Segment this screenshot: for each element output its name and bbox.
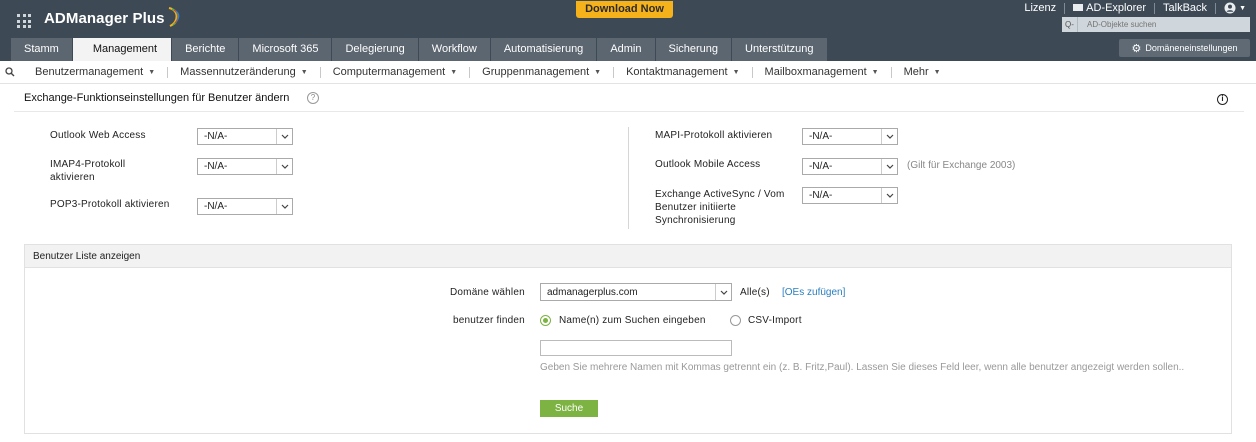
radio-enter-names[interactable] (540, 315, 551, 326)
gear-icon: ⚙ (1131, 42, 1142, 55)
add-ous-link[interactable]: [OEs zufügen] (782, 287, 845, 298)
domain-select[interactable]: admanagerplus.com (540, 283, 732, 301)
chevron-down-icon (881, 188, 897, 203)
tab-admin[interactable]: Admin (597, 38, 655, 61)
chevron-down-icon: ▼ (933, 68, 941, 76)
tab-automatisierung[interactable]: Automatisierung (490, 38, 597, 61)
tab-microsoft-365[interactable]: Microsoft 365 (239, 38, 332, 61)
top-header: ADManager Plus Download Now Lizenz AD-Ex… (0, 0, 1256, 61)
pop3-label: POP3-Protokoll aktivieren (50, 199, 170, 210)
license-link[interactable]: Lizenz (1016, 2, 1064, 14)
tab-management[interactable]: Management (72, 38, 172, 61)
divider (14, 111, 1244, 112)
subnav-mehr[interactable]: Mehr ▼ (892, 66, 953, 78)
search-icon[interactable] (5, 67, 19, 77)
domain-label: Domäne wählen (450, 287, 525, 298)
activesync-select[interactable]: -N/A- (802, 187, 898, 204)
chevron-down-icon (881, 159, 897, 174)
brand-swoosh-icon (168, 6, 179, 27)
ad-object-search: Q- (1062, 17, 1250, 32)
chevron-down-icon: ▼ (871, 68, 879, 76)
search-button[interactable]: Suche (540, 400, 598, 417)
talkback-link[interactable]: TalkBack (1155, 2, 1215, 14)
outlook-web-access-select[interactable]: -N/A- (197, 128, 293, 145)
user-menu[interactable]: ▼ (1216, 2, 1246, 14)
mapi-select[interactable]: -N/A- (802, 128, 898, 145)
tab-delegierung[interactable]: Delegierung (332, 38, 418, 61)
mapi-label: MAPI-Protokoll aktivieren (655, 130, 773, 141)
tab-sicherung[interactable]: Sicherung (655, 38, 732, 61)
app-grid-icon[interactable] (17, 14, 31, 28)
top-links: Lizenz AD-Explorer TalkBack ▼ (1016, 2, 1246, 14)
search-input[interactable] (1078, 20, 1246, 29)
domain-settings-button[interactable]: ⚙ Domäneneinstellungen (1119, 39, 1250, 57)
outlook-mobile-access-select[interactable]: -N/A- (802, 158, 898, 175)
tab-unterstuetzung[interactable]: Unterstützung (732, 38, 827, 61)
exchange-2003-note: (Gilt für Exchange 2003) (907, 160, 1016, 171)
folder-icon (1073, 4, 1084, 11)
subnav-kontaktmanagement[interactable]: Kontaktmanagement ▼ (614, 66, 751, 78)
search-icon[interactable]: Q- (1062, 17, 1078, 32)
radio-csv-import-label: CSV-Import (748, 315, 802, 326)
scope-label: Alle(s) (740, 287, 770, 298)
subnav-gruppenmanagement[interactable]: Gruppenmanagement ▼ (470, 66, 613, 78)
names-hint: Geben Sie mehrere Namen mit Kommas getre… (540, 362, 1185, 373)
help-icon[interactable]: ? (307, 92, 319, 104)
brand-logo[interactable]: ADManager Plus (44, 6, 181, 27)
ad-explorer-link[interactable]: AD-Explorer (1065, 2, 1154, 14)
chevron-down-icon (276, 129, 292, 144)
chevron-down-icon (276, 199, 292, 214)
imap4-select[interactable]: -N/A- (197, 158, 293, 175)
outlook-mobile-access-label: Outlook Mobile Access (655, 159, 761, 170)
subnav-massennutzeraenderung[interactable]: Massennutzeränderung ▼ (168, 66, 320, 78)
find-users-label: benutzer finden (453, 315, 525, 326)
user-list-panel: Benutzer Liste anzeigen (24, 244, 1232, 434)
pop3-select[interactable]: -N/A- (197, 198, 293, 215)
brand-name: ADManager Plus (44, 10, 165, 27)
chevron-down-icon (276, 159, 292, 174)
outlook-web-access-label: Outlook Web Access (50, 130, 146, 141)
tab-berichte[interactable]: Berichte (172, 38, 239, 61)
domain-settings-label: Domäneneinstellungen (1145, 43, 1238, 53)
info-icon[interactable]: i (1217, 94, 1228, 105)
page-title: Exchange-Funktionseinstellungen für Benu… (24, 92, 290, 104)
radio-csv-import[interactable] (730, 315, 741, 326)
chevron-down-icon: ▼ (148, 68, 156, 76)
download-now-button[interactable]: Download Now (576, 1, 673, 18)
chevron-down-icon: ▼ (1239, 4, 1246, 12)
chevron-down-icon (881, 129, 897, 144)
user-icon (1224, 2, 1236, 14)
subnav-mailboxmanagement[interactable]: Mailboxmanagement ▼ (753, 66, 891, 78)
user-names-input[interactable] (540, 340, 732, 356)
subnav-computermanagement[interactable]: Computermanagement ▼ (321, 66, 469, 78)
column-divider (628, 127, 629, 229)
imap4-label: IMAP4-Protokoll aktivieren (50, 159, 126, 183)
radio-enter-names-label: Name(n) zum Suchen eingeben (559, 315, 706, 326)
main-tabs: Stamm Management Berichte Microsoft 365 … (11, 38, 828, 61)
tab-workflow[interactable]: Workflow (418, 38, 490, 61)
chevron-down-icon (715, 284, 731, 300)
tab-stamm[interactable]: Stamm (11, 38, 72, 61)
chevron-down-icon: ▼ (732, 68, 740, 76)
chevron-down-icon: ▼ (594, 68, 602, 76)
sub-navigation: Benutzermanagement ▼ Massennutzeränderung… (0, 61, 1256, 84)
subnav-benutzermanagement[interactable]: Benutzermanagement ▼ (19, 66, 167, 78)
panel-heading: Benutzer Liste anzeigen (25, 245, 1231, 268)
activesync-label: Exchange ActiveSync / Vom Benutzer initi… (655, 189, 785, 226)
chevron-down-icon: ▼ (450, 68, 458, 76)
chevron-down-icon: ▼ (300, 68, 308, 76)
